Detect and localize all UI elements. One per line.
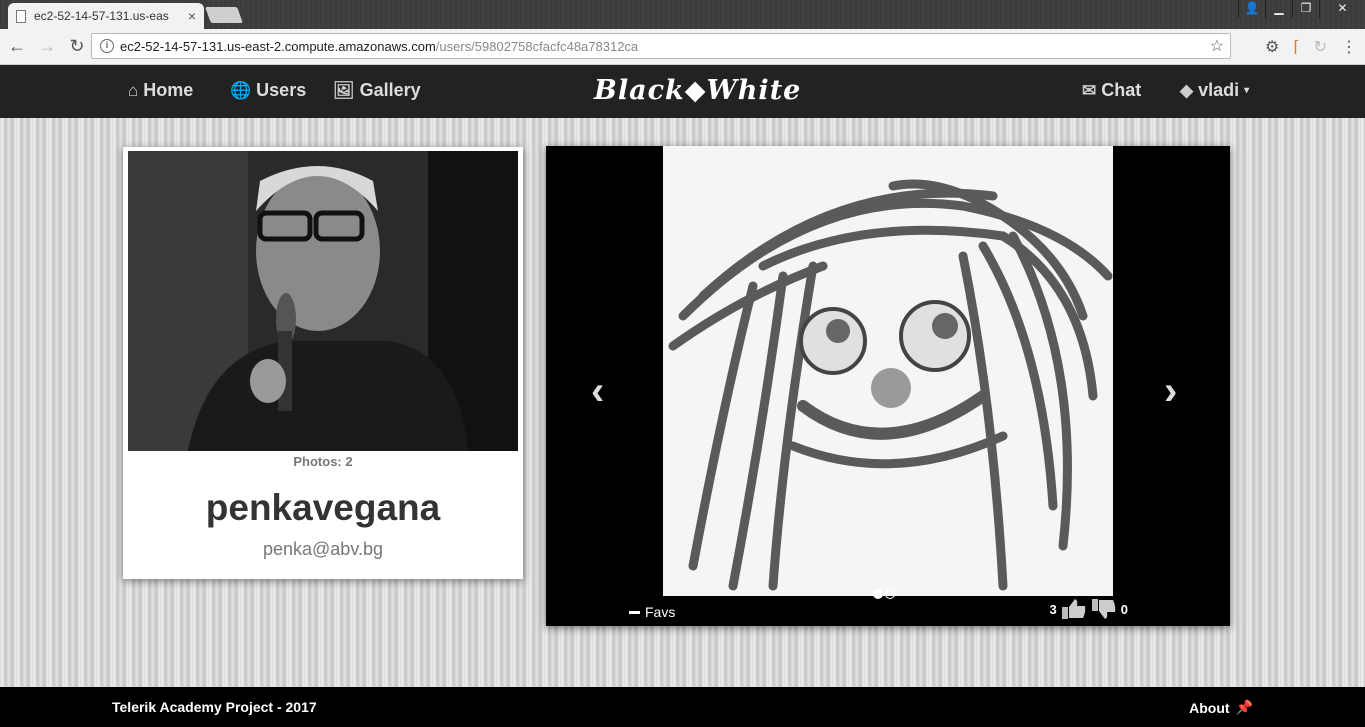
carousel-indicator[interactable] xyxy=(873,589,883,599)
photo-carousel: ‹ › Favs 3 0 xyxy=(546,146,1230,626)
back-icon[interactable]: ← xyxy=(4,36,30,57)
close-window-button[interactable]: ✕ xyxy=(1319,0,1365,18)
tab-close-icon[interactable]: × xyxy=(188,8,196,24)
favs-button[interactable]: Favs xyxy=(629,604,675,620)
nav-user-dropdown[interactable]: ◆ vladi ▾ xyxy=(1180,80,1249,101)
site-logo[interactable]: Black◆White xyxy=(594,75,801,106)
carousel-next-icon[interactable]: › xyxy=(1164,371,1177,411)
about-label: About xyxy=(1189,699,1230,716)
favs-label: Favs xyxy=(645,604,676,620)
carousel-indicator[interactable] xyxy=(885,589,895,599)
new-tab-button[interactable] xyxy=(205,7,243,23)
url-path: /users/59802758cfacfc48a78312ca xyxy=(435,38,639,54)
settings-gear-icon[interactable]: ⚙ xyxy=(1265,37,1279,57)
nav-users-label: Users xyxy=(256,80,307,100)
nav-home-label: Home xyxy=(143,80,194,100)
avatar-photo xyxy=(128,151,518,451)
thumbs-up-icon[interactable] xyxy=(1061,598,1087,620)
envelope-icon: ✉ xyxy=(1082,80,1097,100)
nav-chat-label: Chat xyxy=(1101,80,1142,100)
nav-user-label: vladi xyxy=(1198,80,1240,100)
pushpin-icon: 📌 xyxy=(1235,699,1253,715)
sync-icon[interactable]: ↻ xyxy=(1314,37,1327,57)
site-footer: Telerik Academy Project - 2017 About 📌 xyxy=(0,687,1365,727)
browser-toolbar: ← → ↻ i ec2-52-14-57-131.us-east-2.compu… xyxy=(0,29,1365,65)
browser-tabstrip: ec2-52-14-57-131.us-eas × 👤 ▁ ❐ ✕ xyxy=(0,0,1365,29)
picture-icon: 🖼 xyxy=(333,80,355,100)
minus-icon xyxy=(629,610,640,614)
photos-count: Photos: 2 xyxy=(293,454,353,469)
browser-tab[interactable]: ec2-52-14-57-131.us-eas × xyxy=(8,3,204,29)
carousel-prev-icon[interactable]: ‹ xyxy=(591,371,604,411)
thumbs-down-icon[interactable] xyxy=(1091,598,1117,620)
menu-kebab-icon[interactable]: ⋮ xyxy=(1341,37,1357,57)
caret-down-icon: ▾ xyxy=(1244,85,1250,96)
page-icon xyxy=(16,9,26,23)
url-host: ec2-52-14-57-131.us-east-2.compute.amazo… xyxy=(120,38,436,54)
nav-gallery-label: Gallery xyxy=(359,80,421,100)
extension-icon[interactable]: ⌈ xyxy=(1293,37,1299,57)
forward-icon[interactable]: → xyxy=(34,36,60,57)
address-bar[interactable]: i ec2-52-14-57-131.us-east-2.compute.ama… xyxy=(91,33,1231,59)
nav-users[interactable]: 🌐 Users xyxy=(230,80,306,101)
window-controls: 👤 ▁ ❐ ✕ xyxy=(1238,0,1365,18)
dislikes-count: 0 xyxy=(1120,601,1128,617)
main-content: Photos: 2 penkavegana penka@abv.bg ‹ › F… xyxy=(0,118,1365,687)
reload-icon[interactable]: ↻ xyxy=(64,36,90,57)
votes: 3 0 xyxy=(1050,598,1128,620)
info-icon[interactable]: i xyxy=(100,39,114,53)
site-navbar: ⌂ Home 🌐 Users 🖼 Gallery Black◆White ✉ C… xyxy=(0,65,1365,118)
tab-title: ec2-52-14-57-131.us-eas xyxy=(34,9,169,23)
profile-card: Photos: 2 penkavegana penka@abv.bg xyxy=(123,147,523,579)
carousel-indicators xyxy=(873,589,895,599)
about-link[interactable]: About 📌 xyxy=(1189,699,1253,716)
slide-photo xyxy=(663,146,1113,596)
minimize-button[interactable]: ▁ xyxy=(1265,0,1292,18)
profile-username: penkavegana xyxy=(205,487,441,528)
nav-home[interactable]: ⌂ Home xyxy=(128,80,193,101)
profile-icon[interactable]: 👤 xyxy=(1238,0,1265,18)
home-icon: ⌂ xyxy=(128,80,139,100)
globe-icon: 🌐 xyxy=(230,80,252,100)
diamond-icon: ◆ xyxy=(1180,80,1194,100)
toolbar-extensions: ⚙ ⌈ ↻ ⋮ xyxy=(1265,37,1357,57)
carousel-slide[interactable] xyxy=(663,146,1113,596)
profile-email: penka@abv.bg xyxy=(262,539,384,559)
avatar xyxy=(128,151,518,451)
nav-chat[interactable]: ✉ Chat xyxy=(1082,80,1141,101)
footer-credit: Telerik Academy Project - 2017 xyxy=(112,699,317,715)
nav-gallery[interactable]: 🖼 Gallery xyxy=(333,80,421,101)
likes-count: 3 xyxy=(1049,601,1057,617)
restore-button[interactable]: ❐ xyxy=(1292,0,1319,18)
bookmark-star-icon[interactable]: ☆ xyxy=(1210,36,1224,56)
